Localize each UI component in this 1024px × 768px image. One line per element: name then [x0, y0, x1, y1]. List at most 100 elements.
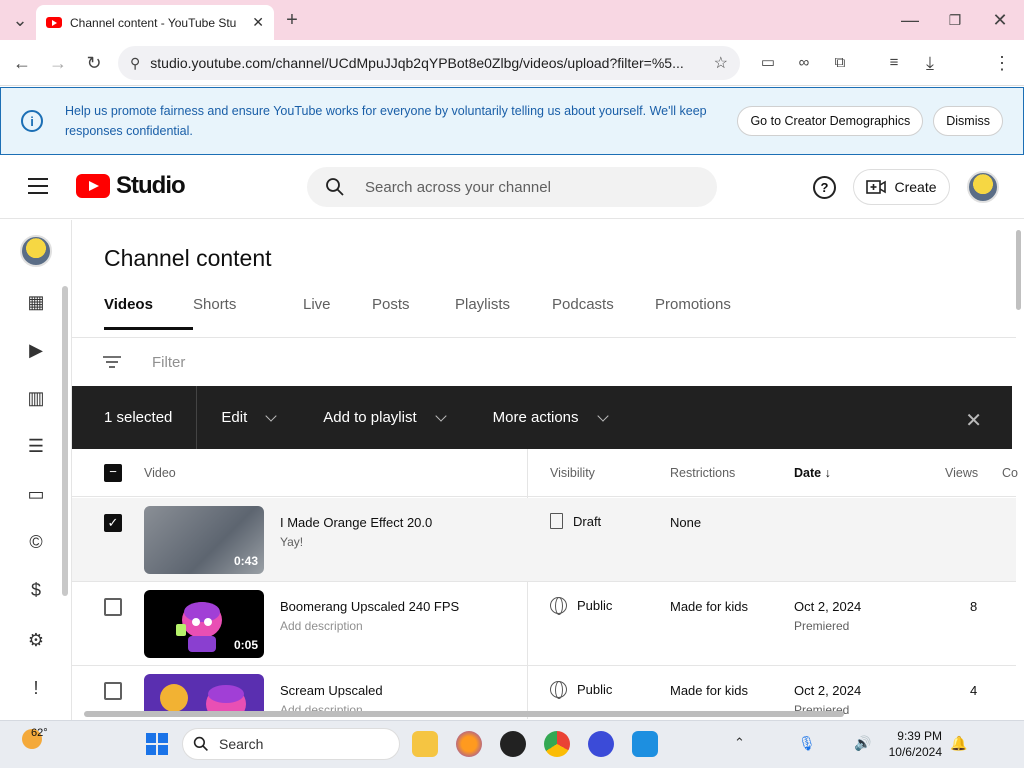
- subtitles-icon[interactable]: ▭: [24, 482, 48, 506]
- tab-videos[interactable]: Videos: [104, 296, 193, 330]
- browser-tab[interactable]: Channel content - YouTube Stu ✕: [36, 5, 274, 40]
- account-avatar[interactable]: [967, 171, 999, 203]
- video-title[interactable]: Scream Upscaled: [280, 683, 383, 698]
- filter-bar[interactable]: Filter: [72, 338, 1016, 386]
- address-bar[interactable]: ⚲ studio.youtube.com/channel/UCdMpuJJqb2…: [118, 46, 740, 80]
- filter-icon[interactable]: [102, 354, 122, 370]
- create-button[interactable]: Create: [853, 169, 950, 205]
- new-tab-icon[interactable]: +: [280, 8, 304, 32]
- microphone-icon[interactable]: 🎙: [798, 735, 816, 752]
- dismiss-button[interactable]: Dismiss: [933, 106, 1003, 136]
- clock-time: 9:39 PM: [897, 729, 942, 743]
- tab-title: Channel content - YouTube Stu: [70, 15, 237, 30]
- window-close-icon[interactable]: ✕: [988, 8, 1012, 32]
- video-thumbnail[interactable]: 0:43: [144, 506, 264, 574]
- creator-demographics-button[interactable]: Go to Creator Demographics: [737, 106, 924, 136]
- row-checkbox[interactable]: [104, 682, 122, 700]
- content-icon[interactable]: ▶: [24, 338, 48, 362]
- views-cell: 8: [970, 599, 978, 614]
- firefox-icon[interactable]: [456, 731, 482, 757]
- search-icon: [326, 178, 344, 196]
- select-all-checkbox[interactable]: −: [104, 464, 122, 482]
- browser-menu-icon[interactable]: ⋮: [990, 51, 1014, 75]
- download-icon[interactable]: ⤓: [918, 51, 942, 75]
- tab-podcasts[interactable]: Podcasts: [552, 296, 655, 330]
- visibility-cell[interactable]: Public: [550, 597, 612, 615]
- copyright-icon[interactable]: ©: [24, 530, 48, 554]
- site-info-icon[interactable]: ⚲: [130, 55, 140, 72]
- earn-icon[interactable]: $: [24, 578, 48, 602]
- more-actions-label: More actions: [492, 409, 579, 426]
- editor-app-icon[interactable]: [632, 731, 658, 757]
- help-icon[interactable]: ?: [813, 176, 836, 199]
- tab-close-icon[interactable]: ✕: [252, 14, 264, 31]
- column-visibility[interactable]: Visibility: [550, 466, 595, 480]
- youtube-favicon-icon: [46, 17, 62, 28]
- row-checkbox[interactable]: [104, 598, 122, 616]
- notification-bell-icon[interactable]: 🔔: [950, 735, 967, 752]
- media-controls-icon[interactable]: ≡: [882, 51, 906, 75]
- search-placeholder: Search across your channel: [365, 178, 551, 196]
- restore-icon[interactable]: ❐: [943, 8, 967, 32]
- table-row[interactable]: 0:05 Boomerang Upscaled 240 FPS Add desc…: [72, 582, 1016, 666]
- feedback-icon[interactable]: !: [24, 676, 48, 700]
- video-duration: 0:43: [233, 554, 258, 568]
- taskbar-clock[interactable]: 9:39 PM 10/6/2024: [880, 728, 942, 760]
- tab-list-icon[interactable]: ⌄: [8, 8, 32, 32]
- tab-promotions[interactable]: Promotions: [655, 296, 731, 330]
- add-to-playlist-dropdown[interactable]: Add to playlist: [299, 409, 468, 426]
- headphones-app-icon[interactable]: [588, 731, 614, 757]
- close-selection-icon[interactable]: ✕: [965, 408, 982, 433]
- studio-logo[interactable]: Studio: [76, 172, 186, 200]
- vertical-scrollbar[interactable]: [1016, 230, 1021, 310]
- video-title[interactable]: I Made Orange Effect 20.0: [280, 515, 432, 530]
- page-title: Channel content: [104, 245, 272, 271]
- browser-tab-bar: ⌄ Channel content - YouTube Stu ✕ + — ❐ …: [0, 0, 1024, 40]
- more-actions-dropdown[interactable]: More actions: [469, 409, 631, 426]
- video-thumbnail[interactable]: [144, 674, 264, 716]
- table-row[interactable]: ✓ 0:43 I Made Orange Effect 20.0 Yay! Dr…: [72, 498, 1016, 582]
- video-title[interactable]: Boomerang Upscaled 240 FPS: [280, 599, 459, 614]
- comments-icon[interactable]: ☰: [24, 434, 48, 458]
- bookmark-star-icon[interactable]: ☆: [714, 53, 728, 73]
- sidebar-scrollbar[interactable]: [62, 286, 68, 596]
- app-icon[interactable]: [500, 731, 526, 757]
- analytics-icon[interactable]: ▥: [24, 386, 48, 410]
- weather-temp: 62°: [31, 727, 48, 739]
- row-checkbox[interactable]: ✓: [104, 514, 122, 532]
- forward-icon[interactable]: →: [46, 51, 70, 75]
- tab-posts[interactable]: Posts: [372, 296, 455, 330]
- edit-dropdown[interactable]: Edit: [197, 409, 299, 426]
- horizontal-scrollbar[interactable]: [84, 711, 844, 717]
- extension-infinity-icon[interactable]: ∞: [792, 51, 816, 75]
- volume-icon[interactable]: 🔊: [854, 735, 871, 752]
- menu-icon[interactable]: [28, 178, 48, 194]
- cast-icon[interactable]: ▭: [756, 51, 780, 75]
- taskbar-search-input[interactable]: Search: [182, 728, 400, 760]
- visibility-cell[interactable]: Draft: [550, 513, 601, 529]
- visibility-cell[interactable]: Public: [550, 681, 612, 699]
- video-description[interactable]: Add description: [280, 619, 363, 633]
- tab-playlists[interactable]: Playlists: [455, 296, 552, 330]
- column-date[interactable]: Date ↓: [794, 466, 831, 480]
- column-restrictions[interactable]: Restrictions: [670, 466, 735, 480]
- video-thumbnail[interactable]: 0:05: [144, 590, 264, 658]
- column-views[interactable]: Views: [945, 466, 978, 480]
- column-comments[interactable]: Co: [1002, 466, 1018, 480]
- tab-live[interactable]: Live: [303, 296, 372, 330]
- tray-chevron-icon[interactable]: ⌃: [734, 735, 745, 751]
- channel-search-input[interactable]: Search across your channel: [307, 167, 717, 207]
- channel-avatar[interactable]: [20, 235, 52, 267]
- settings-gear-icon[interactable]: ⚙: [24, 628, 48, 652]
- column-video[interactable]: Video: [144, 466, 176, 480]
- table-row[interactable]: Scream Upscaled Add description Public M…: [72, 666, 1016, 716]
- chrome-icon[interactable]: [544, 731, 570, 757]
- minimize-icon[interactable]: —: [898, 8, 922, 32]
- tab-shorts[interactable]: Shorts: [193, 296, 303, 330]
- file-explorer-icon[interactable]: [412, 731, 438, 757]
- extensions-puzzle-icon[interactable]: ⧉: [828, 51, 852, 75]
- dashboard-icon[interactable]: ▦: [24, 290, 48, 314]
- reload-icon[interactable]: ↻: [82, 51, 106, 75]
- start-button-icon[interactable]: [146, 733, 168, 755]
- back-icon[interactable]: ←: [10, 51, 34, 75]
